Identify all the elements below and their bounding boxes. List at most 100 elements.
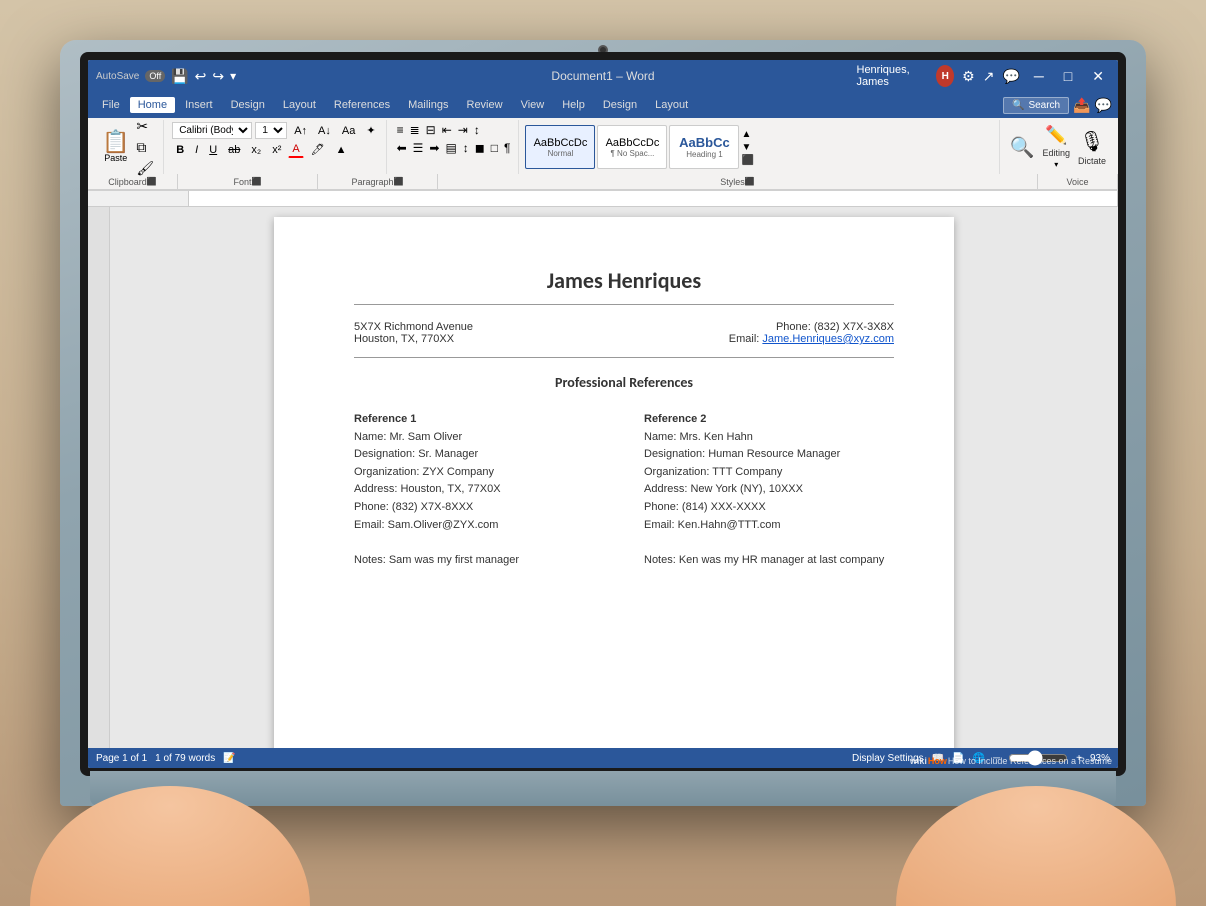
font-expand-icon[interactable]: ⬛ [252,177,262,186]
menu-view[interactable]: View [513,97,553,113]
dictate-button[interactable]: 🎙 Dictate [1078,129,1106,166]
line-spacing-button[interactable]: ↕ [461,140,471,156]
shading-para-button[interactable]: ◼ [473,140,487,156]
font-color-button[interactable]: A [288,141,303,158]
undo-icon[interactable]: ↩ [195,68,207,85]
wikihow-tagline: How to Include References on a Resume [948,756,1112,766]
menu-home[interactable]: Home [130,97,175,113]
menu-review[interactable]: Review [459,97,511,113]
editing-button[interactable]: ✏️ Editing ▾ [1042,125,1070,169]
restore-button[interactable]: □ [1058,68,1078,84]
search-ribbon-icon: 🔍 [1010,135,1035,160]
paste-button[interactable]: 📋 Paste [100,129,131,165]
document-section-line [354,357,894,358]
font-label: Font [234,177,252,187]
ref2-notes: Notes: Ken was my HR manager at last com… [644,552,894,570]
strikethrough-button[interactable]: ab [224,142,244,158]
ribbon-row1: 📋 Paste ✂ ⧉ 🖌 [88,118,1118,174]
styles-group: AaBbCcDc Normal AaBbCcDc ¶ No Spac... Aa… [521,120,999,174]
document-address: 5X7X Richmond Avenue Houston, TX, 770XX [354,321,473,345]
multilevel-list-button[interactable]: ⊟ [424,122,438,138]
justify-button[interactable]: ▤ [443,140,458,156]
styles-down-button[interactable]: ▼ [741,142,753,153]
paragraph-row2: ⬅ ☰ ➡ ▤ ↕ ◼ □ ¶ [395,140,513,156]
sort-button[interactable]: ↕ [472,122,482,138]
title-bar-left: AutoSave Off 💾 ↩ ↪ ▾ [96,68,350,85]
email-address[interactable]: Jame.Henriques@xyz.com [762,333,894,345]
comment-icon[interactable]: 💬 [1002,68,1019,85]
search-ribbon-btn[interactable]: 🔍 [1010,135,1035,160]
customize-icon[interactable]: ▾ [230,69,236,83]
menu-help[interactable]: Help [554,97,593,113]
redo-icon[interactable]: ↪ [212,68,224,85]
clipboard-label: Clipboard [108,177,147,187]
wikihow-watermark: wikiHow How to Include References on a R… [910,756,1112,766]
comment-menu-icon[interactable]: 💬 [1095,97,1112,114]
align-center-button[interactable]: ☰ [411,140,426,156]
change-case-button[interactable]: Aa [338,123,359,139]
menu-file[interactable]: File [94,97,128,113]
font-name-select[interactable]: Calibri (Body) [172,122,252,139]
heading1-style-button[interactable]: AaBbCc Heading 1 [669,125,739,169]
decrease-font-button[interactable]: A↓ [314,123,335,139]
menu-mailings[interactable]: Mailings [400,97,456,113]
borders-button[interactable]: □ [489,140,500,156]
menu-layout[interactable]: Layout [275,97,324,113]
font-size-select[interactable]: 11 [255,122,287,139]
shading-button[interactable]: ▲ [332,142,351,158]
superscript-button[interactable]: x² [268,142,285,158]
list-numbered-button[interactable]: ≣ [408,122,422,138]
search-box[interactable]: 🔍 Search [1003,97,1069,114]
nospace-style-button[interactable]: AaBbCcDc ¶ No Spac... [597,125,667,169]
proofing-icon: 📝 [223,753,235,764]
document-references-row: Reference 1 Name: Mr. Sam Oliver Designa… [354,411,894,569]
menu-insert[interactable]: Insert [177,97,221,113]
underline-button[interactable]: U [205,142,221,158]
subscript-button[interactable]: x₂ [247,142,265,158]
clipboard-expand-icon[interactable]: ⬛ [147,177,157,186]
paragraph-expand-icon[interactable]: ⬛ [394,177,404,186]
share-menu-icon[interactable]: 📤 [1073,97,1090,114]
cut-button[interactable]: ✂ [135,117,155,136]
user-name-label: Henriques, James [857,64,929,88]
document-page-wrapper[interactable]: James Henriques 5X7X Richmond Avenue Hou… [110,207,1118,748]
save-icon[interactable]: 💾 [171,68,188,85]
styles-expand-button[interactable]: ⬛ [741,155,753,166]
clear-format-button[interactable]: ✦ [362,122,379,139]
styles-expand-icon[interactable]: ⬛ [745,177,755,186]
normal-style-button[interactable]: AaBbCcDc Normal [525,125,595,169]
styles-up-button[interactable]: ▲ [741,129,753,140]
editing-label: Editing [1042,148,1070,158]
minimize-button[interactable]: ─ [1028,68,1050,84]
italic-button[interactable]: I [191,142,202,158]
settings-icon[interactable]: ⚙ [962,68,975,85]
menu-references[interactable]: References [326,97,398,113]
bold-button[interactable]: B [172,142,188,158]
document-phone: Phone: (832) X7X-3X8X [729,321,894,333]
autosave-label: AutoSave [96,71,139,82]
increase-font-button[interactable]: A↑ [290,123,311,139]
autosave-toggle[interactable]: Off [145,70,165,82]
menu-layout2[interactable]: Layout [647,97,696,113]
list-bullets-button[interactable]: ≡ [395,122,406,138]
search-icon: 🔍 [1012,100,1024,111]
normal-style-label: Normal [548,149,574,158]
indent-increase-button[interactable]: ⇥ [456,122,470,138]
user-avatar[interactable]: H [936,65,954,87]
menu-design2[interactable]: Design [595,97,645,113]
menu-design[interactable]: Design [223,97,273,113]
pilcrow-button[interactable]: ¶ [502,140,512,156]
styles-label-row: Styles ⬛ [438,174,1038,189]
share-icon[interactable]: ↗ [983,68,995,85]
copy-button[interactable]: ⧉ [135,138,155,157]
document-area: James Henriques 5X7X Richmond Avenue Hou… [88,207,1118,748]
close-button[interactable]: ✕ [1086,68,1110,85]
align-right-button[interactable]: ➡ [427,140,441,156]
laptop-shell: AutoSave Off 💾 ↩ ↪ ▾ Document1 – Word [60,40,1146,806]
title-bar-center: Document1 – Word [350,69,857,83]
indent-decrease-button[interactable]: ⇤ [440,122,454,138]
align-left-button[interactable]: ⬅ [395,140,409,156]
clipboard-group: 📋 Paste ✂ ⧉ 🖌 [92,120,164,174]
title-bar-right: Henriques, James H ⚙ ↗ 💬 ─ □ ✕ [857,64,1111,88]
highlight-button[interactable]: 🖊 [307,141,329,158]
